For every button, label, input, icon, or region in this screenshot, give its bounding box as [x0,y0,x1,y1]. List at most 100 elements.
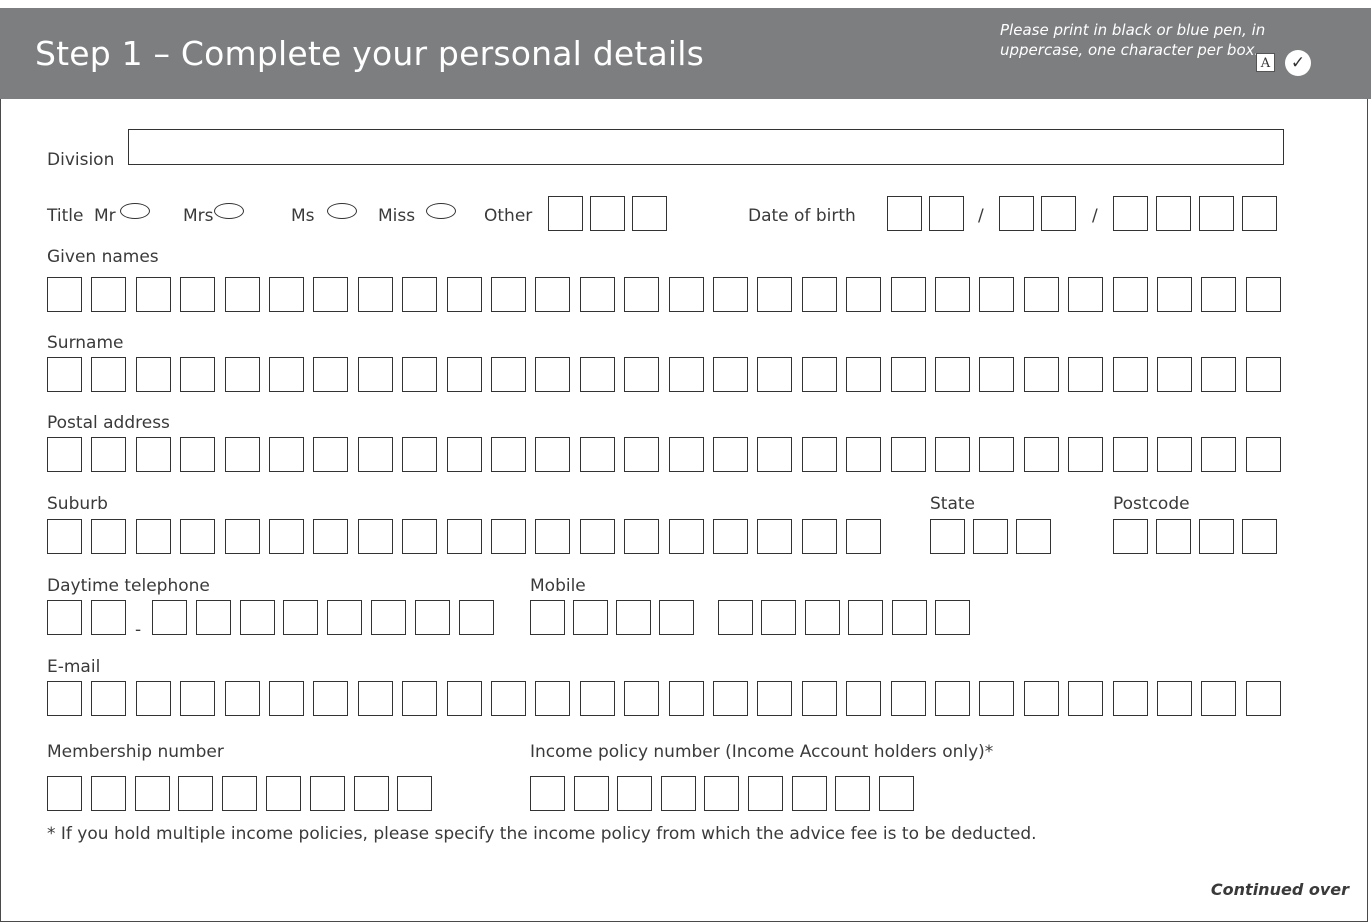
membership-number-box[interactable] [353,776,389,811]
surname-box[interactable] [47,357,82,392]
mobile-box[interactable] [530,600,565,635]
mobile-box[interactable] [616,600,651,635]
email-box[interactable] [224,681,260,716]
postcode-box[interactable] [1242,519,1277,554]
given-names-box[interactable] [180,277,216,312]
mobile-box[interactable] [761,600,797,635]
given-names-box[interactable] [1201,277,1237,312]
mr-radio[interactable] [120,203,150,219]
postal-address-box[interactable] [535,437,571,472]
surname-box[interactable] [402,357,438,392]
email-box[interactable] [1201,681,1237,716]
postal-address-box[interactable] [1023,437,1059,472]
mobile-box[interactable] [804,600,840,635]
mobile-box[interactable] [891,600,927,635]
email-box[interactable] [979,681,1015,716]
surname-box[interactable] [535,357,571,392]
given-names-box[interactable] [313,277,349,312]
email-box[interactable] [402,681,438,716]
surname-box[interactable] [269,357,304,392]
phone-number-box[interactable] [283,600,319,635]
postal-address-box[interactable] [935,437,970,472]
state-box[interactable] [930,519,965,554]
dob-year-box[interactable] [1113,196,1148,231]
suburb-box[interactable] [47,519,82,554]
suburb-box[interactable] [402,519,438,554]
surname-box[interactable] [1245,357,1281,392]
postal-address-box[interactable] [47,437,82,472]
surname-box[interactable] [846,357,882,392]
dob-day-box[interactable] [929,196,964,231]
suburb-box[interactable] [357,519,393,554]
suburb-box[interactable] [624,519,660,554]
given-names-box[interactable] [47,277,82,312]
postal-address-box[interactable] [846,437,882,472]
surname-box[interactable] [91,357,127,392]
postal-address-box[interactable] [91,437,127,472]
given-names-box[interactable] [402,277,438,312]
state-box[interactable] [1016,519,1051,554]
email-box[interactable] [535,681,571,716]
email-box[interactable] [269,681,304,716]
suburb-box[interactable] [269,519,304,554]
income-policy-box[interactable] [835,776,871,811]
suburb-box[interactable] [579,519,615,554]
suburb-box[interactable] [180,519,216,554]
email-box[interactable] [446,681,482,716]
dob-year-box[interactable] [1156,196,1191,231]
given-names-box[interactable] [224,277,260,312]
given-names-box[interactable] [535,277,571,312]
membership-number-box[interactable] [178,776,214,811]
postal-address-box[interactable] [269,437,304,472]
mobile-box[interactable] [848,600,884,635]
phone-number-box[interactable] [152,600,187,635]
given-names-box[interactable] [1245,277,1281,312]
postal-address-box[interactable] [357,437,393,472]
phone-number-box[interactable] [414,600,450,635]
dob-day-box[interactable] [887,196,922,231]
given-names-box[interactable] [1023,277,1059,312]
surname-box[interactable] [713,357,748,392]
surname-box[interactable] [1068,357,1104,392]
postal-address-box[interactable] [224,437,260,472]
given-names-box[interactable] [890,277,926,312]
surname-box[interactable] [890,357,926,392]
mobile-box[interactable] [935,600,970,635]
postal-address-box[interactable] [668,437,704,472]
email-box[interactable] [757,681,793,716]
email-box[interactable] [713,681,748,716]
given-names-box[interactable] [935,277,970,312]
miss-radio[interactable] [426,203,456,219]
surname-box[interactable] [357,357,393,392]
membership-number-box[interactable] [134,776,170,811]
email-box[interactable] [491,681,526,716]
postcode-box[interactable] [1113,519,1148,554]
income-policy-box[interactable] [660,776,696,811]
given-names-box[interactable] [1157,277,1192,312]
other-title-box[interactable] [548,196,583,231]
postal-address-box[interactable] [579,437,615,472]
email-box[interactable] [180,681,216,716]
email-box[interactable] [801,681,837,716]
postcode-box[interactable] [1156,519,1191,554]
email-box[interactable] [890,681,926,716]
phone-number-box[interactable] [327,600,363,635]
suburb-box[interactable] [224,519,260,554]
mobile-box[interactable] [573,600,608,635]
postal-address-box[interactable] [979,437,1015,472]
given-names-box[interactable] [579,277,615,312]
given-names-box[interactable] [801,277,837,312]
email-box[interactable] [1245,681,1281,716]
surname-box[interactable] [1023,357,1059,392]
income-policy-box[interactable] [573,776,609,811]
given-names-box[interactable] [846,277,882,312]
given-names-box[interactable] [357,277,393,312]
email-box[interactable] [357,681,393,716]
income-policy-box[interactable] [878,776,914,811]
surname-box[interactable] [668,357,704,392]
given-names-box[interactable] [1068,277,1104,312]
phone-number-box[interactable] [458,600,494,635]
surname-box[interactable] [757,357,793,392]
membership-number-box[interactable] [90,776,126,811]
suburb-box[interactable] [313,519,349,554]
